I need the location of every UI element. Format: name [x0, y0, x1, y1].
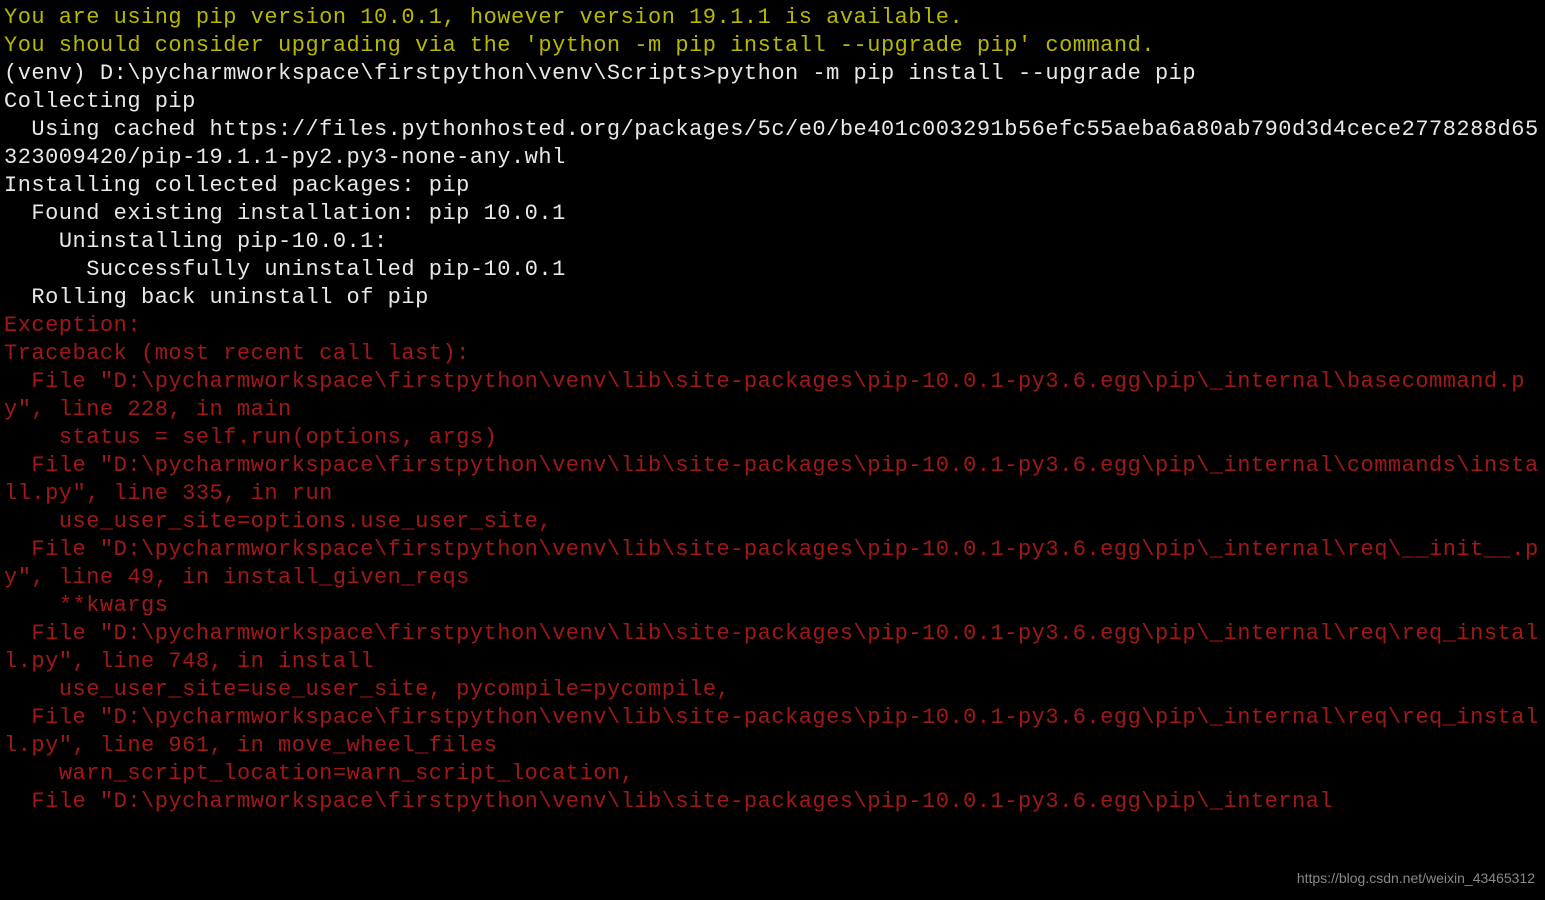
- traceback-code-2: use_user_site=options.use_user_site,: [4, 508, 1541, 536]
- traceback-code-1: status = self.run(options, args): [4, 424, 1541, 452]
- rolling-back-line: Rolling back uninstall of pip: [4, 284, 1541, 312]
- traceback-file-4: File "D:\pycharmworkspace\firstpython\ve…: [4, 620, 1541, 676]
- uninstalled-line: Successfully uninstalled pip-10.0.1: [4, 256, 1541, 284]
- traceback-code-3: **kwargs: [4, 592, 1541, 620]
- traceback-code-5: warn_script_location=warn_script_locatio…: [4, 760, 1541, 788]
- collecting-line: Collecting pip: [4, 88, 1541, 116]
- traceback-file-6: File "D:\pycharmworkspace\firstpython\ve…: [4, 788, 1541, 816]
- exception-line: Exception:: [4, 312, 1541, 340]
- traceback-file-1: File "D:\pycharmworkspace\firstpython\ve…: [4, 368, 1541, 424]
- pip-version-warning-1: You are using pip version 10.0.1, howeve…: [4, 4, 1541, 32]
- traceback-file-2: File "D:\pycharmworkspace\firstpython\ve…: [4, 452, 1541, 508]
- pip-version-warning-2: You should consider upgrading via the 'p…: [4, 32, 1541, 60]
- watermark-text: https://blog.csdn.net/weixin_43465312: [1297, 864, 1535, 892]
- cached-url-line: Using cached https://files.pythonhosted.…: [4, 116, 1541, 172]
- traceback-header: Traceback (most recent call last):: [4, 340, 1541, 368]
- command-prompt-line[interactable]: (venv) D:\pycharmworkspace\firstpython\v…: [4, 60, 1541, 88]
- terminal-output: You are using pip version 10.0.1, howeve…: [4, 4, 1541, 816]
- found-existing-line: Found existing installation: pip 10.0.1: [4, 200, 1541, 228]
- traceback-code-4: use_user_site=use_user_site, pycompile=p…: [4, 676, 1541, 704]
- traceback-file-3: File "D:\pycharmworkspace\firstpython\ve…: [4, 536, 1541, 592]
- installing-line: Installing collected packages: pip: [4, 172, 1541, 200]
- uninstalling-line: Uninstalling pip-10.0.1:: [4, 228, 1541, 256]
- traceback-file-5: File "D:\pycharmworkspace\firstpython\ve…: [4, 704, 1541, 760]
